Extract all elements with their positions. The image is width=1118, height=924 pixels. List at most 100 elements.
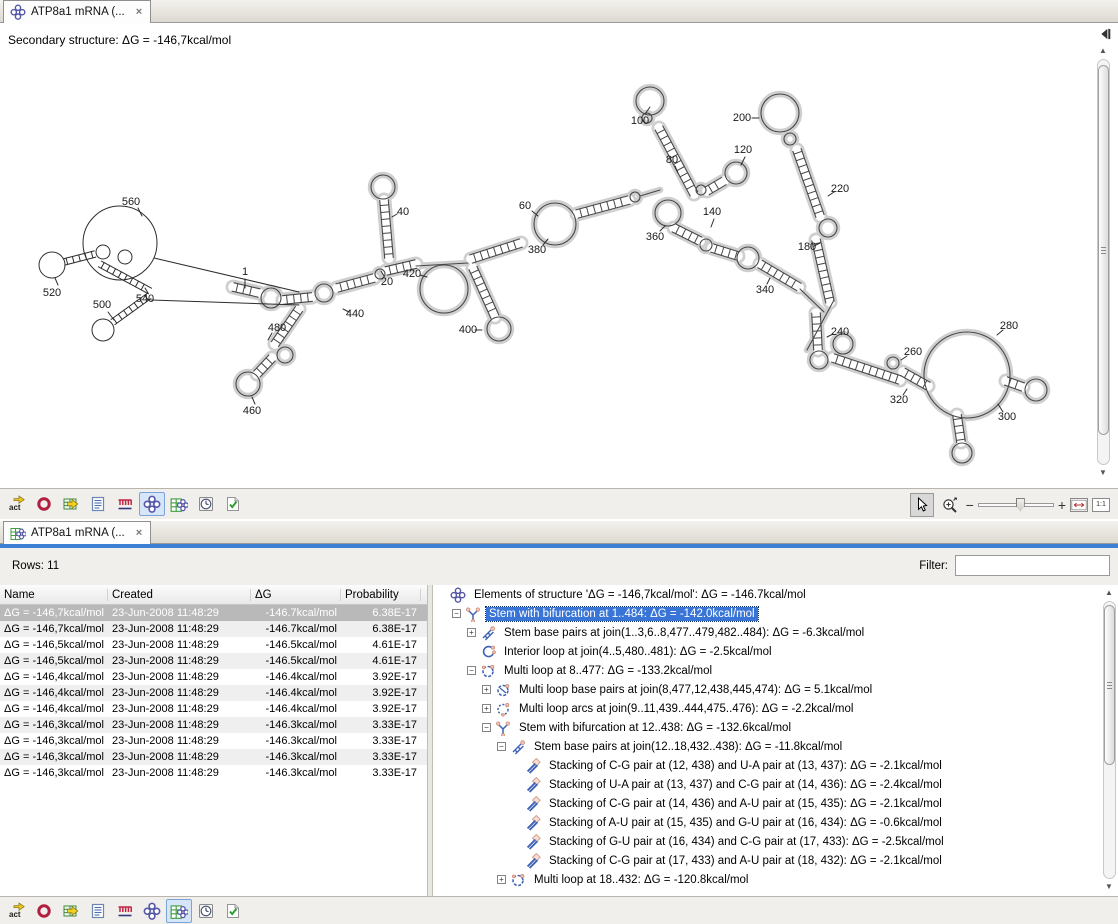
position-label-260: 260 — [904, 346, 922, 358]
tree-item[interactable]: Stacking of C-G pair at (12, 438) and U-… — [433, 756, 1118, 775]
table-row[interactable]: ΔG = -146,5kcal/mol23-Jun-2008 11:48:29-… — [0, 653, 427, 669]
tree-item[interactable]: Interior loop at join(4..5,480..481): ΔG… — [433, 642, 1118, 661]
tab-structure-table[interactable]: ATP8a1 mRNA (... × — [3, 521, 151, 544]
tree-item[interactable]: Stacking of C-G pair at (17, 433) and A-… — [433, 851, 1118, 870]
expand-node-icon[interactable]: + — [482, 685, 491, 694]
table-view-button[interactable] — [58, 899, 84, 923]
zoom-slider-thumb[interactable] — [1016, 498, 1025, 512]
table-row[interactable]: ΔG = -146,3kcal/mol23-Jun-2008 11:48:29-… — [0, 733, 427, 749]
position-label-320: 320 — [890, 394, 908, 406]
element-info-view-button[interactable] — [220, 899, 246, 923]
column-header-probability[interactable]: Probability — [341, 589, 421, 601]
pointer-tool-button[interactable] — [910, 493, 934, 517]
scroll-thumb[interactable] — [1098, 65, 1109, 435]
structure-table-view-button[interactable] — [166, 492, 192, 516]
tree-item[interactable]: Stacking of U-A pair at (13, 437) and C-… — [433, 775, 1118, 794]
table-row[interactable]: ΔG = -146,3kcal/mol23-Jun-2008 11:48:29-… — [0, 749, 427, 765]
table-row[interactable]: ΔG = -146,7kcal/mol23-Jun-2008 11:48:29-… — [0, 605, 427, 621]
collapse-node-icon[interactable]: − — [452, 609, 461, 618]
tree-item[interactable]: Stacking of A-U pair at (15, 435) and G-… — [433, 813, 1118, 832]
history-view-button[interactable] — [193, 492, 219, 516]
scroll-down-icon[interactable]: ▼ — [1105, 883, 1113, 891]
alignment-view-button[interactable] — [112, 899, 138, 923]
structure-vscrollbar[interactable]: ▲ ▼ — [1097, 47, 1110, 477]
column-header-g[interactable]: ΔG — [251, 589, 341, 601]
table-row[interactable]: ΔG = -146,5kcal/mol23-Jun-2008 11:48:29-… — [0, 637, 427, 653]
collapse-sidepanel-button[interactable] — [1098, 27, 1112, 40]
secondary-structure-view-icon — [143, 902, 161, 920]
alignment-view-button[interactable] — [112, 492, 138, 516]
cell-name: ΔG = -146,4kcal/mol — [0, 671, 108, 683]
zoom-slider[interactable] — [978, 497, 1054, 513]
table-row[interactable]: ΔG = -146,7kcal/mol23-Jun-2008 11:48:29-… — [0, 621, 427, 637]
scroll-up-icon[interactable]: ▲ — [1105, 589, 1113, 597]
cell-prob: 6.38E-17 — [341, 607, 421, 619]
tree-item[interactable]: +Multi loop at 18..432: ΔG = -120.8kcal/… — [433, 870, 1118, 889]
collapse-node-icon[interactable]: − — [497, 742, 506, 751]
history-view-button[interactable] — [193, 899, 219, 923]
tab-close-icon[interactable]: × — [136, 6, 142, 18]
act-browser-button[interactable] — [4, 899, 30, 923]
position-label-400: 400 — [459, 324, 477, 336]
application-window: ATP8a1 mRNA (... × 560520500540148046020… — [0, 0, 1118, 924]
position-label-440: 440 — [346, 308, 364, 320]
tree-item[interactable]: Elements of structure 'ΔG = -146,7kcal/m… — [433, 585, 1118, 604]
tree-item[interactable]: −Stem with bifurcation at 1..484: ΔG = -… — [433, 604, 1118, 623]
scroll-down-icon[interactable]: ▼ — [1099, 469, 1107, 477]
text-view-button[interactable] — [85, 492, 111, 516]
tree-item[interactable]: + Multi loop base pairs at join(8,477,12,… — [433, 680, 1118, 699]
position-label-240: 240 — [831, 326, 849, 338]
multi-loop-arcs-icon — [495, 701, 512, 717]
structure-table-view-icon — [170, 902, 188, 920]
tree-item[interactable]: − Stem with bifurcation at 12..438: ΔG = … — [433, 718, 1118, 737]
text-view-icon — [89, 495, 107, 513]
filter-input[interactable] — [955, 555, 1110, 576]
rna-secondary-structure-diagram[interactable] — [0, 23, 1118, 488]
circular-view-button[interactable] — [31, 492, 57, 516]
tree-item[interactable]: +Stem base pairs at join(1..3,6..8,477..… — [433, 623, 1118, 642]
alignment-view-icon — [116, 902, 134, 920]
act-browser-button[interactable] — [4, 492, 30, 516]
expand-node-icon[interactable]: + — [482, 704, 491, 713]
scroll-thumb[interactable] — [1104, 605, 1115, 765]
zoom-in-button[interactable]: + — [1058, 497, 1066, 513]
actual-size-button[interactable]: 1:1 — [1092, 498, 1110, 512]
table-view-button[interactable] — [58, 492, 84, 516]
expand-node-icon[interactable]: + — [467, 628, 476, 637]
cell-dg: -146.3kcal/mol — [251, 767, 341, 779]
tree-vscrollbar[interactable]: ▲ ▼ — [1103, 589, 1116, 891]
column-header-created[interactable]: Created — [108, 589, 251, 601]
expand-node-icon[interactable]: + — [497, 875, 506, 884]
tree-item[interactable]: +Multi loop arcs at join(9..11,439..444,… — [433, 699, 1118, 718]
table-row[interactable]: ΔG = -146,4kcal/mol23-Jun-2008 11:48:29-… — [0, 685, 427, 701]
scroll-up-icon[interactable]: ▲ — [1099, 47, 1107, 55]
table-row[interactable]: ΔG = -146,3kcal/mol23-Jun-2008 11:48:29-… — [0, 765, 427, 781]
structure-table-view-icon — [170, 495, 188, 513]
structure-table-view-button[interactable] — [166, 899, 192, 923]
tree-item[interactable]: −Multi loop at 8..477: ΔG = -133.2kcal/m… — [433, 661, 1118, 680]
zoom-tool-button[interactable] — [938, 493, 962, 517]
collapse-node-icon[interactable]: − — [467, 666, 476, 675]
tab-close-icon[interactable]: × — [136, 527, 142, 539]
column-header-name[interactable]: Name — [0, 589, 108, 601]
tree-item[interactable]: Stacking of C-G pair at (14, 436) and A-… — [433, 794, 1118, 813]
tree-item-label: Multi loop base pairs at join(8,477,12,4… — [516, 683, 875, 697]
fit-width-button[interactable] — [1070, 498, 1088, 512]
cell-name: ΔG = -146,5kcal/mol — [0, 655, 108, 667]
tree-item[interactable]: −Stem base pairs at join(12..18,432..438… — [433, 737, 1118, 756]
collapse-node-icon[interactable]: − — [482, 723, 491, 732]
text-view-button[interactable] — [85, 899, 111, 923]
circular-view-button[interactable] — [31, 899, 57, 923]
tree-item[interactable]: Stacking of G-U pair at (16, 434) and C-… — [433, 832, 1118, 851]
secondary-structure-view-button[interactable] — [139, 899, 165, 923]
zoom-out-button[interactable]: − — [966, 497, 974, 513]
element-info-view-button[interactable] — [220, 492, 246, 516]
stacking-icon — [525, 796, 542, 812]
tab-structure-view[interactable]: ATP8a1 mRNA (... × — [3, 0, 151, 23]
tree-item-label: Stem with bifurcation at 12..438: ΔG = -… — [516, 721, 794, 735]
secondary-structure-view-button[interactable] — [139, 492, 165, 516]
table-row[interactable]: ΔG = -146,4kcal/mol23-Jun-2008 11:48:29-… — [0, 701, 427, 717]
table-row[interactable]: ΔG = -146,3kcal/mol23-Jun-2008 11:48:29-… — [0, 717, 427, 733]
interior-loop-icon — [480, 644, 497, 660]
table-row[interactable]: ΔG = -146,4kcal/mol23-Jun-2008 11:48:29-… — [0, 669, 427, 685]
